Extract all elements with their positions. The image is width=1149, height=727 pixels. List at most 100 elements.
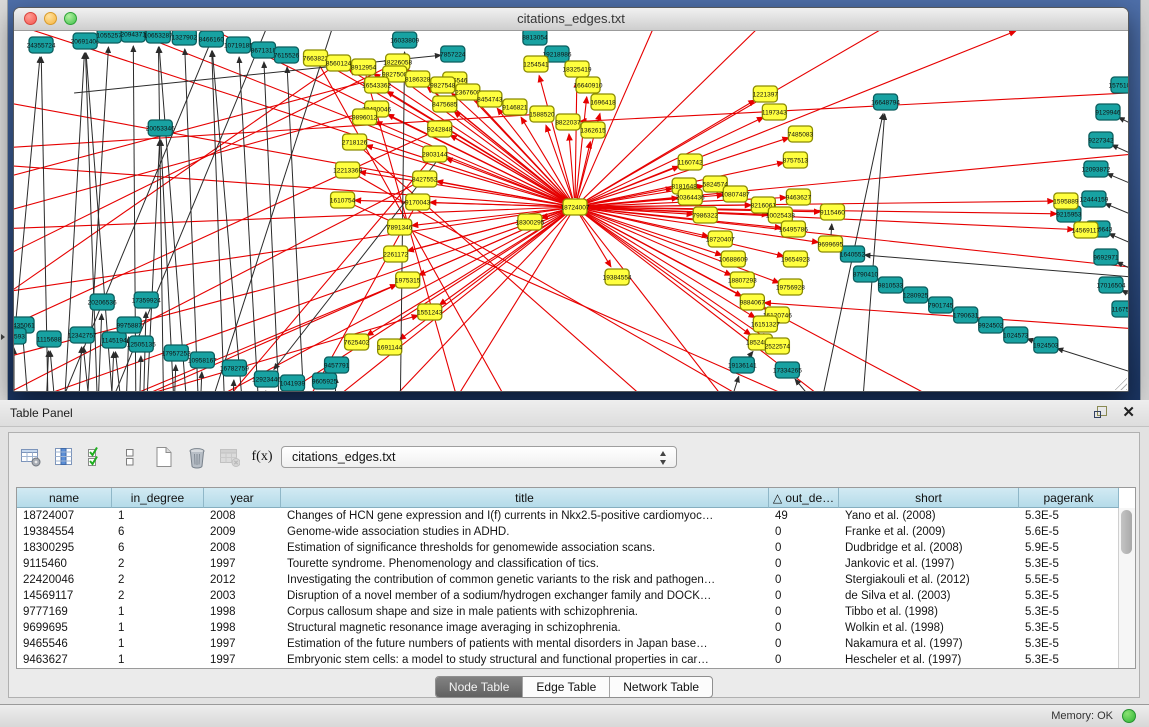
graph-node[interactable]: 1551243 <box>417 304 443 320</box>
graph-node[interactable]: 9692971 <box>1093 249 1119 265</box>
graph-node[interactable]: 1696418 <box>590 94 616 110</box>
graph-node[interactable]: 1055257 <box>97 31 123 43</box>
graph-node[interactable]: 9975887 <box>117 317 143 333</box>
graph-node[interactable]: 18807293 <box>728 272 757 288</box>
graph-node[interactable]: 1280925 <box>903 287 929 303</box>
column-header-pagerank[interactable]: pagerank <box>1019 488 1119 508</box>
table-scrollbar[interactable] <box>1118 508 1135 668</box>
right-collapsed-panel[interactable] <box>1140 0 1149 400</box>
graph-node[interactable]: 9924502 <box>978 317 1004 333</box>
graph-node[interactable]: 1595889 <box>1053 193 1079 209</box>
new-table-button[interactable] <box>151 445 175 469</box>
graph-node[interactable]: 9242848 <box>427 121 453 137</box>
graph-node[interactable]: 20053346 <box>146 120 175 136</box>
graph-node[interactable]: 16543362 <box>362 77 391 93</box>
graph-node[interactable]: 1254541 <box>523 56 549 72</box>
graph-node[interactable]: 391593 <box>14 328 26 344</box>
expand-panel-arrow-icon[interactable] <box>1 334 5 340</box>
tab-edge-table[interactable]: Edge Table <box>523 677 610 697</box>
tab-node-table[interactable]: Node Table <box>436 677 524 697</box>
graph-node[interactable]: 8475685 <box>432 96 458 112</box>
table-row[interactable]: 1872400712008Changes of HCN gene express… <box>17 508 1135 524</box>
graph-node[interactable]: 16033809 <box>390 32 419 48</box>
graph-node[interactable]: 1362615 <box>580 122 606 138</box>
graph-node[interactable]: 7986322 <box>693 207 719 223</box>
graph-node[interactable]: 8757513 <box>783 152 809 168</box>
function-builder-button[interactable]: f(x) <box>250 445 274 469</box>
table-row[interactable]: 1938455462009Genome-wide association stu… <box>17 524 1135 540</box>
graph-node[interactable]: 8466160 <box>199 31 225 47</box>
graph-node[interactable]: 9884067 <box>740 294 766 310</box>
graph-node[interactable]: 1197343 <box>762 104 787 120</box>
close-panel-icon[interactable]: ✕ <box>1122 403 1135 423</box>
graph-node[interactable]: 12093872 <box>1081 161 1110 177</box>
scrollbar-thumb[interactable] <box>1121 510 1132 554</box>
graph-node[interactable]: 16640910 <box>574 77 603 93</box>
table-row[interactable]: 946554611997Estimation of the future num… <box>17 636 1135 652</box>
graph-node[interactable]: 8671318 <box>251 42 277 58</box>
graph-node[interactable]: 7615526 <box>274 47 300 63</box>
select-all-button[interactable] <box>85 445 109 469</box>
graph-node[interactable]: 19136141 <box>728 357 757 373</box>
graph-node[interactable]: 9129946 <box>1095 104 1121 120</box>
table-row[interactable]: 2242004622012Investigating the contribut… <box>17 572 1135 588</box>
graph-node[interactable]: 17359924 <box>132 292 161 308</box>
graph-node[interactable]: 1327902 <box>172 31 198 45</box>
graph-node[interactable]: 12923446 <box>252 371 281 387</box>
graph-node[interactable]: 9827548 <box>430 77 456 93</box>
graph-node[interactable]: 1588520 <box>529 106 555 122</box>
import-table-button[interactable] <box>217 445 241 469</box>
graph-node[interactable]: 1924503 <box>1033 337 1059 353</box>
graph-node[interactable]: 10653287 <box>144 31 173 43</box>
graph-node[interactable]: 18724007 <box>561 199 590 215</box>
delete-button[interactable] <box>184 445 208 469</box>
graph-node[interactable]: 10688609 <box>719 251 748 267</box>
graph-node[interactable]: 7485083 <box>788 126 814 142</box>
graph-node[interactable]: 7663822 <box>303 50 329 66</box>
graph-node[interactable]: 9810533 <box>878 277 904 293</box>
graph-node[interactable]: 19756928 <box>776 279 805 295</box>
table-row[interactable]: 977716911998Corpus callosum shape and si… <box>17 604 1135 620</box>
citation-graph[interactable]: 2435572420691406105525720943711065328713… <box>14 31 1128 391</box>
graph-node[interactable]: 9699695 <box>818 236 844 252</box>
graph-node[interactable]: 10958167 <box>188 352 217 368</box>
column-header-title[interactable]: title <box>281 488 769 508</box>
graph-node[interactable]: 1167533 <box>1112 301 1128 317</box>
table-row[interactable]: 946362711997Embryonic stem cells: a mode… <box>17 652 1135 668</box>
network-canvas[interactable]: 2435572420691406105525720943711065328713… <box>14 31 1128 391</box>
window-close-button[interactable] <box>24 12 37 25</box>
table-row[interactable]: 1456911722003Disruption of a novel membe… <box>17 588 1135 604</box>
graph-node[interactable]: 16151327 <box>751 316 780 332</box>
tab-network-table[interactable]: Network Table <box>610 677 712 697</box>
graph-node[interactable]: 19384554 <box>603 269 632 285</box>
graph-node[interactable]: 9115460 <box>820 204 845 220</box>
graph-node[interactable]: 10807487 <box>721 186 750 202</box>
column-header-year[interactable]: year <box>204 488 281 508</box>
graph-node[interactable]: 9605925 <box>312 373 338 389</box>
graph-node[interactable]: 16495786 <box>779 221 808 237</box>
graph-node[interactable]: 14569117 <box>1072 222 1101 238</box>
graph-node[interactable]: 2803144 <box>422 146 448 162</box>
graph-node[interactable]: 1115688 <box>37 331 62 347</box>
graph-node[interactable]: 8790410 <box>853 266 879 282</box>
graph-node[interactable]: 10719185 <box>224 37 253 53</box>
graph-node[interactable]: 1145194 <box>102 332 127 348</box>
graph-node[interactable]: 8813054 <box>522 31 548 45</box>
graph-node[interactable]: 1691144 <box>377 339 402 355</box>
graph-node[interactable]: 8822037 <box>555 114 581 130</box>
network-window-titlebar[interactable]: citations_edges.txt <box>14 8 1128 31</box>
graph-node[interactable]: 2261172 <box>383 246 408 262</box>
float-panel-icon[interactable] <box>1094 406 1107 419</box>
graph-node[interactable]: 1041939 <box>280 375 306 391</box>
graph-node[interactable]: 9227342 <box>1088 132 1114 148</box>
graph-node[interactable]: 1975315 <box>395 272 421 288</box>
graph-node[interactable]: 9896012 <box>352 109 378 125</box>
column-header-out-de-[interactable]: △ out_de… <box>769 488 839 508</box>
graph-node[interactable]: 2718126 <box>342 134 368 150</box>
graph-node[interactable]: 9170043 <box>405 194 431 210</box>
graph-node[interactable]: 1024573 <box>1003 327 1029 343</box>
graph-node[interactable]: 8186328 <box>405 71 431 87</box>
left-collapsed-panel[interactable] <box>0 0 8 400</box>
graph-node[interactable]: 19654923 <box>781 251 810 267</box>
graph-node[interactable]: 12213369 <box>333 162 362 178</box>
